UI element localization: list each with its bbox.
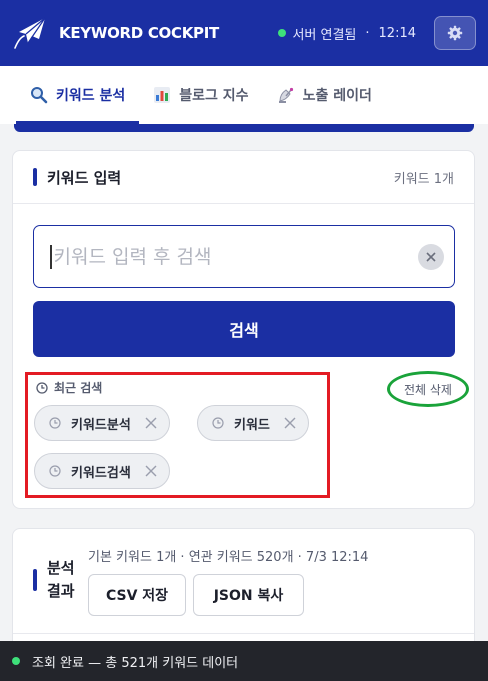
chip-label: 키워드분석 <box>71 417 131 433</box>
settings-button[interactable] <box>434 16 476 50</box>
server-status: 서버 연결됨 · 12:14 <box>278 24 416 43</box>
magnifier-icon <box>30 86 48 104</box>
recent-searches-label: 최근 검색 <box>54 381 103 395</box>
keyword-input[interactable] <box>53 245 418 268</box>
paper-plane-icon <box>12 15 48 51</box>
tab-label: 노출 레이더 <box>302 88 372 104</box>
chip-label: 키워드검색 <box>71 465 131 481</box>
recent-search-chip[interactable]: 키워드검색 <box>34 453 170 489</box>
bar-chart-icon <box>153 86 171 104</box>
card-header: 키워드 입력 키워드 1개 <box>13 151 474 204</box>
divider <box>13 633 474 634</box>
recent-searches-heading: 최근 검색 <box>36 379 102 396</box>
status-text: 조회 완료 — 총 521개 키워드 데이터 <box>32 655 239 671</box>
scrolled-panel-edge <box>14 124 474 132</box>
tab-keyword-analysis[interactable]: 키워드 분석 <box>16 66 140 124</box>
remove-chip-button[interactable] <box>284 417 296 429</box>
clock-time: 12:14 <box>378 25 416 41</box>
server-status-text: 서버 연결됨 <box>292 27 357 43</box>
keyword-input-card: 키워드 입력 키워드 1개 검색 최근 검색 키워드분석 키워드 <box>12 150 475 509</box>
gear-icon <box>447 25 463 41</box>
clock-icon <box>49 417 61 429</box>
tab-label: 키워드 분석 <box>56 88 126 104</box>
tab-bar: 키워드 분석 블로그 지수 노출 레이더 <box>0 66 488 124</box>
csv-save-button[interactable]: CSV 저장 <box>88 574 186 616</box>
result-title: 분석 결과 <box>47 559 75 600</box>
text-cursor <box>50 244 52 269</box>
close-icon <box>426 251 436 262</box>
chip-label: 키워드 <box>234 417 270 433</box>
clock-icon <box>49 465 61 477</box>
online-indicator <box>278 29 287 37</box>
app-title: KEYWORD COCKPIT <box>59 24 219 42</box>
title-accent-bar <box>33 168 37 186</box>
close-icon <box>145 465 157 477</box>
card-title: 키워드 입력 <box>47 168 122 187</box>
clock-icon <box>212 417 224 429</box>
close-icon <box>284 417 296 429</box>
tab-exposure-radar[interactable]: 노출 레이더 <box>263 66 386 124</box>
result-meta: 기본 키워드 1개 · 연관 키워드 520개 · 7/3 12:14 <box>88 550 369 565</box>
separator: · <box>365 25 370 41</box>
json-copy-button[interactable]: JSON 복사 <box>193 574 304 616</box>
title-accent-bar <box>33 569 37 591</box>
tab-blog-index[interactable]: 블로그 지수 <box>139 66 262 124</box>
keyword-input-box[interactable] <box>33 225 455 288</box>
search-button[interactable]: 검색 <box>33 301 455 357</box>
recent-search-chip[interactable]: 키워드 <box>197 405 309 441</box>
delete-all-button[interactable]: 전체 삭제 <box>387 371 469 407</box>
status-indicator <box>12 657 20 665</box>
tab-label: 블로그 지수 <box>179 88 249 104</box>
clock-icon <box>36 381 48 394</box>
recent-searches-highlight: 최근 검색 키워드분석 키워드 키워드검색 <box>25 372 330 498</box>
status-bar: 조회 완료 — 총 521개 키워드 데이터 <box>0 641 488 681</box>
remove-chip-button[interactable] <box>145 465 157 477</box>
remove-chip-button[interactable] <box>145 417 157 429</box>
keyword-count: 키워드 1개 <box>393 171 454 187</box>
satellite-icon <box>277 86 295 104</box>
recent-search-chip[interactable]: 키워드분석 <box>34 405 170 441</box>
app-header: KEYWORD COCKPIT 서버 연결됨 · 12:14 <box>0 0 488 66</box>
clear-input-button[interactable] <box>418 243 444 270</box>
close-icon <box>145 417 157 429</box>
